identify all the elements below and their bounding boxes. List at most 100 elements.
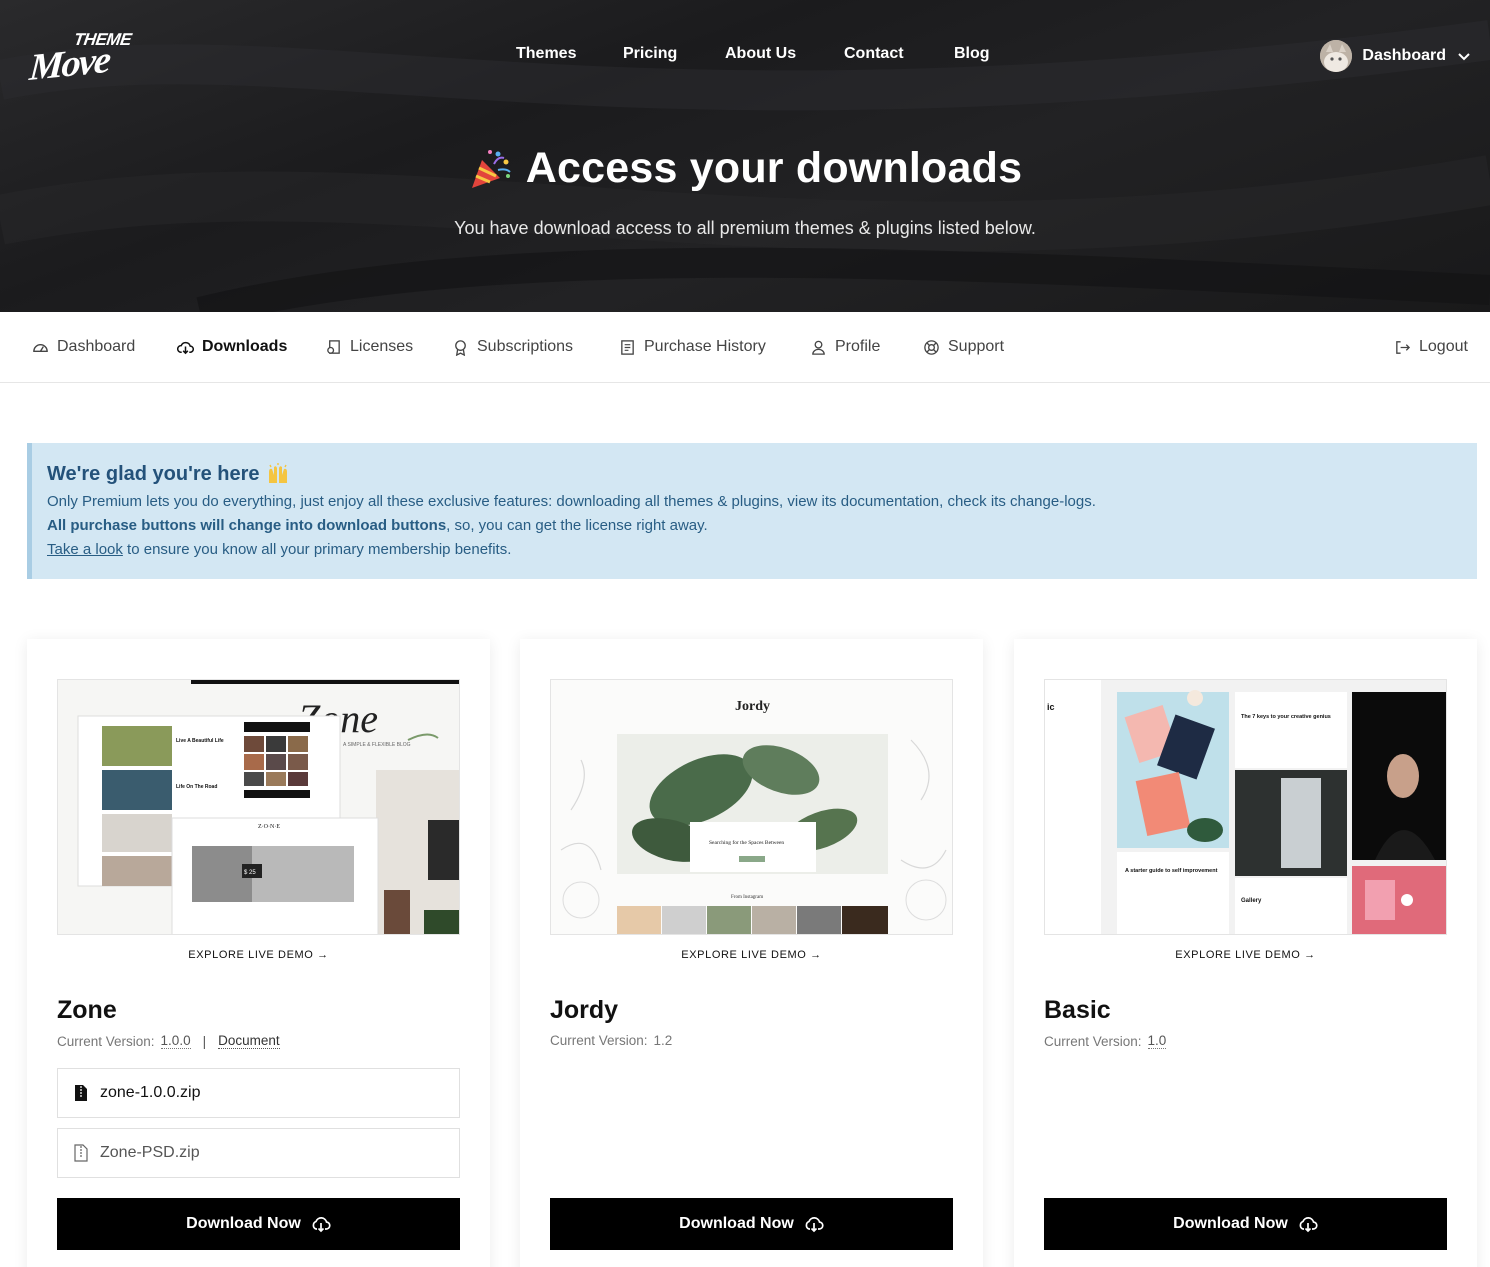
theme-meta: Current Version: 1.2 [550,1033,672,1048]
tab-support[interactable]: Support [923,336,1004,358]
download-now-label: Download Now [1173,1215,1288,1232]
tab-support-label: Support [948,338,1005,355]
basic-side-text: ic [1047,702,1055,712]
notice-line-2-bold: All purchase buttons will change into do… [47,517,447,534]
tab-licenses[interactable]: Licenses [325,336,413,358]
logout-icon [1396,340,1411,354]
zone-tagline: A SIMPLE & FLEXIBLE BLOG [343,742,411,748]
dashboard-gauge-icon [33,343,48,352]
take-a-look-link[interactable]: Take a look [47,541,123,558]
cloud-download-icon [805,1217,824,1233]
tab-downloads-label: Downloads [202,338,288,355]
tab-profile[interactable]: Profile [810,336,880,358]
jordy-instagram-label: From Instagram [731,895,763,900]
nav-themes[interactable]: Themes [516,45,576,63]
hero-header: THEME Move Themes Pricing About Us Conta… [0,0,1490,312]
logout-link[interactable]: Logout [1394,336,1468,358]
jordy-post-title: Searching for the Spaces Between [709,839,784,846]
zone-post-2: Life On The Road [176,784,217,790]
notice-title-row: We're glad you're here [47,461,1477,487]
hero-title-row: Access your downloads [0,144,1490,193]
cloud-download-icon [1299,1217,1318,1233]
raising-hands-icon [268,463,287,483]
basic-preview-illustration: ic A starter guide to self improvement T… [1045,680,1446,934]
tab-purchase-history[interactable]: Purchase History [619,336,766,358]
download-now-button[interactable]: Download Now [1044,1198,1447,1250]
user-icon [812,340,825,355]
main-nav: Themes Pricing About Us Contact Blog [0,45,1490,67]
version-value: 1.2 [653,1033,673,1048]
basic-post-1: The 7 keys to your creative genius [1241,714,1331,720]
theme-card-jordy: Jordy Searching for the Spaces Between F… [520,639,983,1267]
download-now-button[interactable]: Download Now [57,1198,460,1250]
basic-preview-image[interactable]: ic A starter guide to self improvement T… [1044,679,1447,935]
file-name: Zone-PSD.zip [100,1144,200,1161]
page-subtitle: You have download access to all premium … [454,218,1036,238]
theme-meta: Current Version: 1.0.0 | Document [57,1033,280,1049]
meta-separator: | [202,1033,207,1049]
explore-live-demo-link[interactable]: EXPLORE LIVE DEMO → [520,949,983,961]
explore-live-demo-link[interactable]: EXPLORE LIVE DEMO → [27,949,490,961]
nav-contact[interactable]: Contact [844,45,904,63]
account-tabs: Dashboard Downloads Licenses Subscriptio… [0,312,1490,383]
version-label: Current Version: [550,1033,648,1048]
tab-profile-label: Profile [835,338,881,355]
theme-card-basic: ic A starter guide to self improvement T… [1014,639,1477,1267]
file-zone-zip[interactable]: zone-1.0.0.zip [57,1068,460,1118]
zone-price-tag: $ 25 [244,870,256,876]
basic-post-2: A starter guide to self improvement [1125,868,1218,874]
cat-avatar-icon [1320,40,1353,72]
zone-post-1: Live A Beautiful Life [176,738,224,744]
nav-about-us[interactable]: About Us [725,45,796,63]
theme-card-zone: Zone A SIMPLE & FLEXIBLE BLOG Live A Bea… [27,639,490,1267]
nav-blog[interactable]: Blog [954,45,990,63]
theme-title: Zone [57,996,117,1024]
download-now-button[interactable]: Download Now [550,1198,953,1250]
tab-dashboard[interactable]: Dashboard [32,336,135,358]
jordy-preview-image[interactable]: Jordy Searching for the Spaces Between F… [550,679,953,935]
notice-line-1: Only Premium lets you do everything, jus… [47,493,1096,510]
lifebuoy-icon [924,339,939,355]
jordy-logo: Jordy [735,699,770,714]
notice-line-3-rest: to ensure you know all your primary memb… [122,541,512,558]
tab-dashboard-label: Dashboard [57,338,136,355]
zip-file-outline-icon [74,1144,88,1162]
download-now-label: Download Now [186,1215,301,1232]
chevron-down-icon [1458,53,1470,61]
explore-live-demo-link[interactable]: EXPLORE LIVE DEMO → [1014,949,1477,961]
party-popper-icon [471,149,511,188]
zip-file-icon [75,1085,87,1101]
jordy-preview-illustration: Jordy Searching for the Spaces Between F… [551,680,952,934]
cloud-download-icon [177,341,194,354]
receipt-icon [621,339,634,355]
tab-subscriptions[interactable]: Subscriptions [452,336,573,358]
user-menu-label: Dashboard [1362,47,1446,64]
notice-line-2: All purchase buttons will change into do… [47,517,1477,535]
tab-licenses-label: Licenses [350,338,414,355]
notice-line-2-rest: , so, you can get the license right away… [446,517,708,534]
cloud-download-icon [312,1217,331,1233]
document-link[interactable]: Document [218,1033,280,1049]
nav-pricing[interactable]: Pricing [623,45,677,63]
version-value: 1.0 [1147,1033,1167,1049]
zone-inner-logo: Z·O·N·E [258,824,280,830]
award-ribbon-icon [455,339,466,356]
license-key-icon [327,339,340,354]
file-name: zone-1.0.0.zip [100,1084,201,1101]
tab-downloads[interactable]: Downloads [177,336,287,358]
version-value: 1.0.0 [160,1033,191,1049]
theme-title: Basic [1044,996,1111,1024]
notice-line-3: Take a look to ensure you know all your … [47,541,1477,559]
theme-title: Jordy [550,996,619,1024]
version-label: Current Version: [57,1033,155,1049]
avatar [1320,40,1353,72]
welcome-notice: We're glad you're here Only Premium lets… [27,443,1477,579]
zone-preview-illustration: Zone A SIMPLE & FLEXIBLE BLOG Live A Bea… [58,680,459,934]
tab-subscriptions-label: Subscriptions [477,338,574,355]
version-label: Current Version: [1044,1033,1142,1049]
user-menu[interactable]: Dashboard [1320,40,1472,72]
notice-title: We're glad you're here [47,462,260,485]
file-zone-psd-zip[interactable]: Zone-PSD.zip [57,1128,460,1178]
zone-preview-image[interactable]: Zone A SIMPLE & FLEXIBLE BLOG Live A Bea… [57,679,460,935]
logout-label: Logout [1419,338,1468,355]
